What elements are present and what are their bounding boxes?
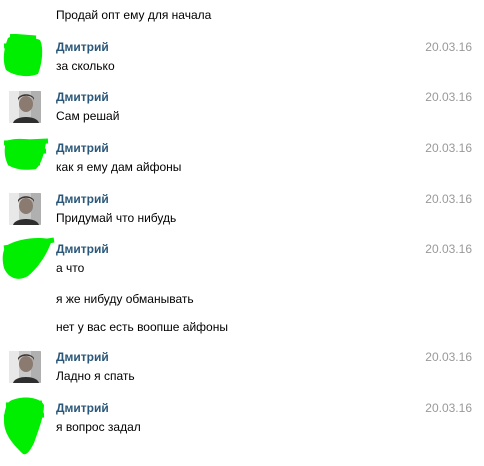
user-photo-icon (9, 193, 41, 225)
avatar[interactable] (9, 351, 41, 383)
message-text: я же нибуду обманывать (56, 292, 194, 306)
message-author[interactable]: Дмитрий (56, 242, 109, 256)
avatar[interactable] (9, 91, 41, 123)
message-item: Дмитрий 20.03.16 а что (0, 237, 484, 290)
message-text: Сам решай (56, 109, 120, 123)
message-text: я вопрос задал (56, 420, 141, 434)
message-author[interactable]: Дмитрий (56, 192, 109, 206)
message-text: как я ему дам айфоны (56, 160, 182, 174)
message-text: нет у вас есть воопше айфоны (56, 320, 228, 334)
message-item: Дмитрий 20.03.16 Ладно я спать (0, 350, 484, 398)
message-author[interactable]: Дмитрий (56, 90, 109, 104)
message-date[interactable]: 20.03.16 (425, 40, 472, 54)
message-item: Дмитрий 20.03.16 Придумай что нибудь (0, 192, 484, 240)
message-text: Придумай что нибудь (56, 211, 177, 225)
scribbled-avatar (0, 236, 56, 287)
message-date[interactable]: 20.03.16 (425, 192, 472, 206)
message-date[interactable]: 20.03.16 (425, 90, 472, 104)
user-photo-icon (9, 91, 41, 123)
message-item: Дмитрий 20.03.16 Сам решай (0, 90, 484, 138)
message-item: Дмитрий 20.03.16 за сколько (0, 33, 484, 88)
message-text: Ладно я спать (56, 369, 135, 383)
user-photo-icon (9, 351, 41, 383)
message-date[interactable]: 20.03.16 (425, 141, 472, 155)
message-date[interactable]: 20.03.16 (425, 350, 472, 364)
message-item: Дмитрий 20.03.16 как я ему дам айфоны (0, 138, 484, 189)
message-text: Продай опт ему для начала (56, 8, 212, 22)
message-author[interactable]: Дмитрий (56, 40, 109, 54)
scribbled-avatar (0, 395, 50, 462)
message-text: а что (56, 261, 85, 275)
message-author[interactable]: Дмитрий (56, 350, 109, 364)
message-date[interactable]: 20.03.16 (425, 401, 472, 415)
scribbled-avatar (0, 135, 50, 178)
message-author[interactable]: Дмитрий (56, 141, 109, 155)
message-author[interactable]: Дмитрий (56, 401, 109, 415)
avatar[interactable] (9, 193, 41, 225)
scribbled-avatar (0, 33, 48, 81)
message-text: за сколько (56, 59, 115, 73)
message-date[interactable]: 20.03.16 (425, 242, 472, 256)
message-item: Дмитрий 20.03.16 я вопрос задал (0, 397, 484, 455)
